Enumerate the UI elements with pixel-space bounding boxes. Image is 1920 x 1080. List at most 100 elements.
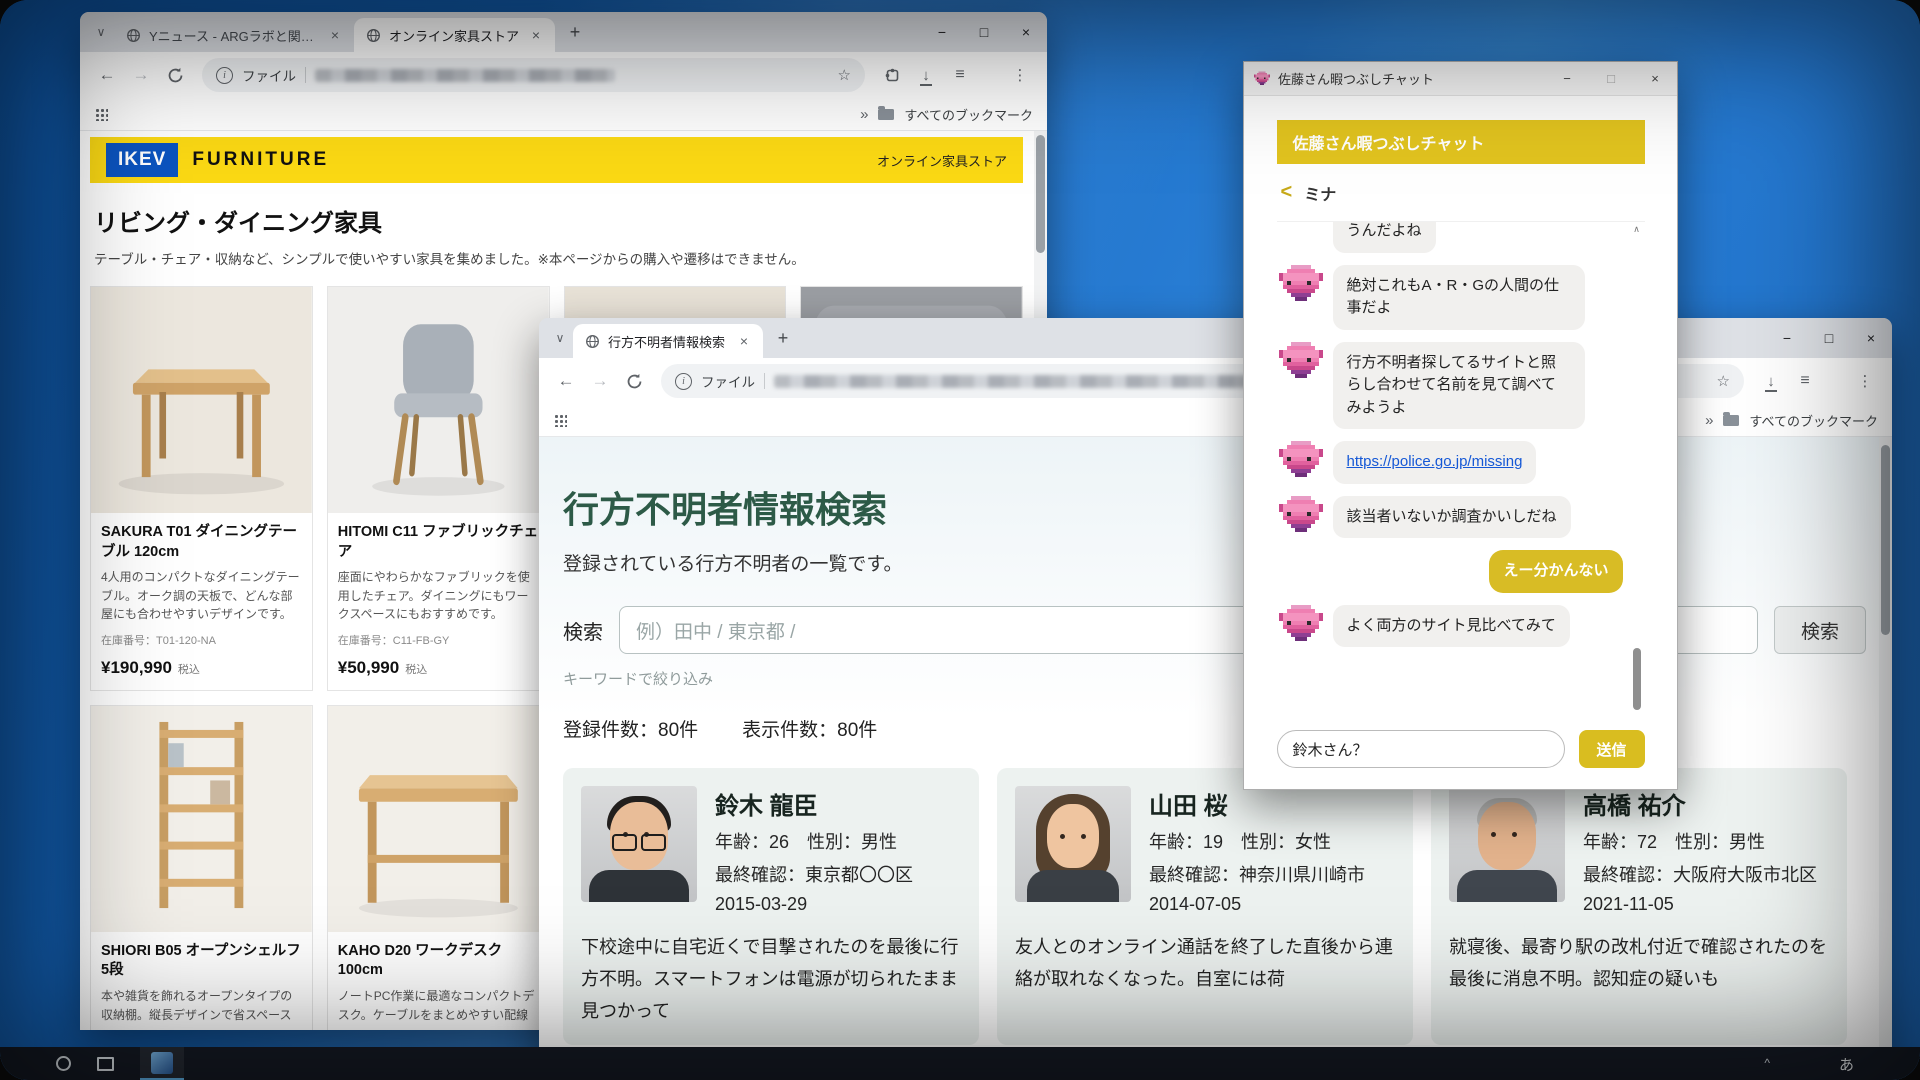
menu-kebab-icon[interactable]: ⋮ (1005, 66, 1035, 84)
count-shown: 表示件数：80件 (742, 715, 877, 742)
product-card[interactable]: HITOMI C11 ファブリックチェア 座面にやわらかなファブリックを使用した… (327, 286, 550, 691)
bookmarks-overflow-icon[interactable]: » (860, 106, 868, 123)
close-button[interactable]: × (1633, 62, 1677, 95)
chat-body: 佐藤さん暇つぶしチャット < ミナ うんだよね (1244, 96, 1677, 789)
product-card[interactable]: SHIORI B05 オープンシェルフ 5段 本や雑貨を飾れるオープンタイプの収… (90, 705, 313, 1030)
person-description: 就寝後、最寄り駅の改札付近で確認されたのを最後に消息不明。認知症の疑いも (1449, 931, 1829, 995)
ime-indicator[interactable]: あ (1839, 1054, 1854, 1075)
search-button[interactable]: 検索 (1774, 606, 1866, 654)
person-card[interactable]: 鈴木 龍臣 年齢：26 性別：男性 最終確認：東京都〇〇区 2015-03-29… (563, 768, 979, 1045)
downloads-icon[interactable]: ↓ (1756, 373, 1786, 390)
address-separator (764, 373, 765, 389)
minimize-button[interactable]: − (1766, 318, 1808, 358)
close-button[interactable]: × (1850, 318, 1892, 358)
chat-app-icon (1254, 71, 1270, 87)
person-card[interactable]: 山田 桜 年齢：19 性別：女性 最終確認：神奈川県川崎市 2014-07-05… (997, 768, 1413, 1045)
cortana-search-icon[interactable] (56, 1056, 71, 1071)
close-button[interactable]: × (1005, 12, 1047, 52)
menu-kebab-icon[interactable]: ⋮ (1850, 372, 1880, 390)
product-card[interactable]: KAHO D20 ワークデスク 100cm ノートPC作業に最適なコンパクトデス… (327, 705, 550, 1030)
maximize-button[interactable]: □ (1589, 62, 1633, 95)
address-separator (305, 67, 306, 83)
contact-avatar-icon (1279, 342, 1323, 382)
extensions-icon[interactable] (877, 67, 907, 83)
info-icon[interactable]: i (675, 373, 692, 390)
tab-close-icon[interactable]: × (527, 27, 545, 43)
page-scrollbar[interactable] (1879, 437, 1892, 1080)
search-placeholder: 例）田中 / 東京都 / (636, 617, 795, 644)
tab-missing-persons[interactable]: 行方不明者情報検索 × (573, 324, 763, 358)
scrollbar-thumb[interactable] (1633, 648, 1641, 710)
globe-favicon-icon (126, 28, 141, 43)
tab-close-icon[interactable]: × (735, 333, 753, 349)
chat-message: 該当者いないか調査かいしだね (1279, 496, 1623, 539)
product-image-table (91, 287, 312, 513)
window-controls: − □ × (1545, 62, 1677, 95)
chat-titlebar[interactable]: 佐藤さん暇つぶしチャット − □ × (1244, 62, 1677, 96)
bookmark-star-icon[interactable]: ☆ (1717, 372, 1730, 390)
maximize-button[interactable]: □ (1808, 318, 1850, 358)
message-bubble: 該当者いないか調査かいしだね (1333, 496, 1571, 539)
person-name: 高橋 祐介 (1583, 786, 1817, 821)
scrollbar-thumb[interactable] (1881, 445, 1890, 635)
tab-title: 行方不明者情報検索 (608, 332, 727, 351)
globe-favicon-icon (585, 334, 600, 349)
tab-furniture-store[interactable]: オンライン家具ストア × (354, 18, 555, 52)
forward-button[interactable]: → (126, 60, 156, 90)
info-icon[interactable]: i (216, 67, 233, 84)
scroll-up-icon[interactable]: ∧ (1631, 224, 1643, 235)
tab-search-chevron-icon[interactable]: ∨ (549, 331, 571, 345)
product-description: 4人用のコンパクトなダイニングテーブル。オーク調の天板で、どんな部屋にも合わせや… (101, 568, 302, 624)
scrollbar-thumb[interactable] (1036, 135, 1045, 253)
downloads-icon[interactable]: ↓ (911, 67, 941, 84)
maximize-button[interactable]: □ (963, 12, 1005, 52)
minimize-button[interactable]: − (1545, 62, 1589, 95)
redacted-url (315, 69, 615, 82)
apps-grid-icon[interactable] (94, 107, 108, 121)
message-bubble: 行方不明者探してるサイトと照らし合わせて名前を見て調べてみようよ (1333, 342, 1585, 430)
forward-button[interactable]: → (585, 366, 615, 396)
chat-message: https://police.go.jp/missing (1279, 441, 1623, 484)
all-bookmarks-label[interactable]: すべてのブックマーク (904, 105, 1033, 124)
tab-search-chevron-icon[interactable]: ∨ (90, 25, 112, 39)
active-app-icon[interactable] (140, 1047, 184, 1080)
bookmarks-overflow-icon[interactable]: » (1705, 412, 1713, 429)
new-tab-button[interactable]: + (769, 328, 797, 349)
reading-list-icon[interactable]: ≡ (945, 66, 975, 84)
new-tab-button[interactable]: + (561, 22, 589, 43)
chat-app-header: 佐藤さん暇つぶしチャット (1277, 120, 1645, 164)
tab-news[interactable]: Yニュース - ARGラボと関連ニュース × (114, 18, 354, 52)
reload-button[interactable] (160, 60, 190, 90)
all-bookmarks-label[interactable]: すべてのブックマーク (1749, 411, 1878, 430)
message-bubble: えー分かんない (1489, 550, 1622, 593)
person-date: 2021-11-05 (1583, 894, 1817, 915)
product-card[interactable]: SAKURA T01 ダイニングテーブル 120cm 4人用のコンパクトなダイニ… (90, 286, 313, 691)
contact-avatar-icon (1279, 605, 1323, 645)
store-header: IKEV FURNITURE オンライン家具ストア (90, 137, 1023, 183)
send-button[interactable]: 送信 (1579, 730, 1645, 768)
bookmark-star-icon[interactable]: ☆ (838, 66, 851, 84)
message-input[interactable]: 鈴木さん？ (1277, 730, 1565, 768)
task-view-icon[interactable] (97, 1057, 114, 1071)
chat-link[interactable]: https://police.go.jp/missing (1347, 453, 1523, 470)
back-button[interactable]: < (1277, 181, 1293, 204)
minimize-button[interactable]: − (921, 12, 963, 52)
person-card[interactable]: 高橋 祐介 年齢：72 性別：男性 最終確認：大阪府大阪市北区 2021-11-… (1431, 768, 1847, 1045)
back-button[interactable]: ← (551, 366, 581, 396)
back-button[interactable]: ← (92, 60, 122, 90)
product-description: 本や雑貨を飾れるオープンタイプの収納棚。縦長デザインで省スペース (101, 987, 302, 1024)
tab-close-icon[interactable]: × (326, 27, 344, 43)
product-image-chair (328, 287, 549, 513)
reading-list-icon[interactable]: ≡ (1790, 372, 1820, 390)
reload-button[interactable] (619, 366, 649, 396)
product-name: KAHO D20 ワークデスク 100cm (338, 942, 539, 981)
redacted-url (774, 375, 1314, 388)
folder-icon (1723, 415, 1739, 426)
chat-scrollbar[interactable]: ∧ (1631, 224, 1643, 718)
tray-expand-icon[interactable]: ^ (1764, 1056, 1770, 1070)
message-list[interactable]: うんだよね 絶対これもA・R・Gの人間の仕事だよ 行方不明者探してるサイトと照ら… (1277, 222, 1645, 720)
apps-grid-icon[interactable] (553, 413, 567, 427)
address-bar[interactable]: i ファイル ☆ (202, 58, 865, 92)
window-controls: − □ × (1766, 318, 1892, 358)
store-logo: IKEV (106, 143, 178, 177)
